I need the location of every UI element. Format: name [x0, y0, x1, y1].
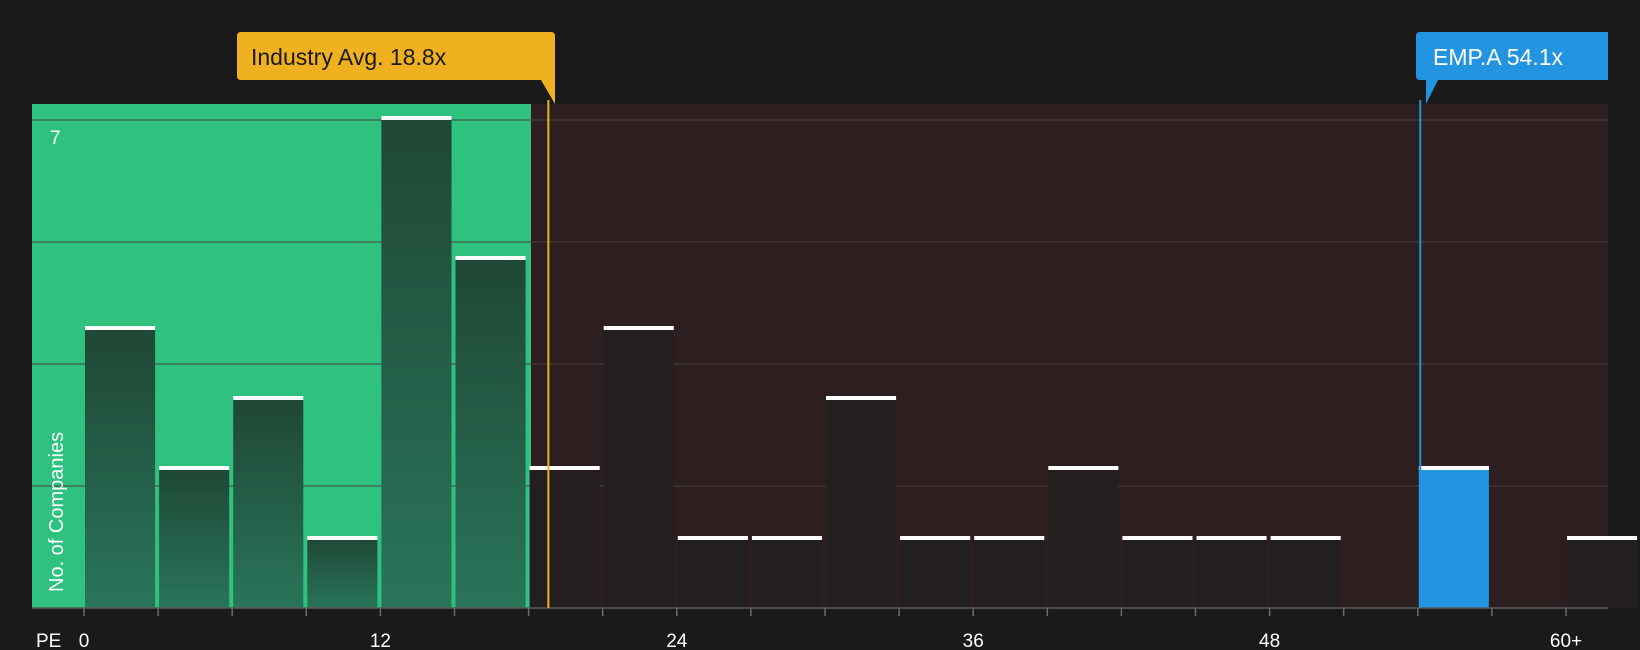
x-tick-label-60+: 60+: [1550, 631, 1582, 650]
bar-cap-pe-36: [974, 536, 1045, 540]
pe-distribution-chart: 7 No. of Companies PE 0 12 24 36 48 60+ Indus…: [32, 32, 1638, 650]
x-tick-label-0: 0: [79, 631, 90, 650]
bar-pe-30: [826, 398, 897, 608]
bar-cap-pe-15: [455, 256, 526, 260]
bar-pe-9: [307, 538, 378, 608]
bar-cap-pe-18: [529, 466, 600, 470]
bar-cap-pe-9: [307, 536, 378, 540]
bar-pe-60: [1567, 538, 1638, 608]
bar-pe-21: [603, 328, 674, 608]
x-tick-label-48: 48: [1259, 631, 1280, 650]
bar-pe-54: [1418, 468, 1489, 608]
bar-pe-15: [455, 258, 526, 608]
bar-pe-33: [900, 538, 971, 608]
bar-cap-pe-33: [900, 536, 971, 540]
bar-pe-39: [1048, 468, 1119, 608]
bar-pe-3: [159, 468, 230, 608]
bar-cap-pe-21: [603, 326, 674, 330]
bar-cap-pe-39: [1048, 466, 1119, 470]
bar-pe-24: [677, 538, 748, 608]
bar-cap-pe-6: [233, 396, 304, 400]
bar-cap-pe-60: [1567, 536, 1638, 540]
bar-cap-pe-24: [677, 536, 748, 540]
bar-cap-pe-3: [159, 466, 230, 470]
bar-cap-pe-48: [1270, 536, 1341, 540]
bar-pe-18: [529, 468, 600, 608]
bar-cap-pe-0: [85, 326, 156, 330]
bar-cap-pe-30: [826, 396, 897, 400]
industry-avg-label: Industry Avg. 18.8x: [251, 44, 447, 70]
x-axis-ticks: [83, 608, 1567, 616]
bar-pe-48: [1270, 538, 1341, 608]
bar-pe-36: [974, 538, 1045, 608]
x-axis-label: PE: [36, 631, 61, 650]
bar-pe-0: [85, 328, 156, 608]
y-tick-label-7: 7: [50, 128, 61, 149]
bar-cap-pe-42: [1122, 536, 1193, 540]
bar-pe-42: [1122, 538, 1193, 608]
x-tick-label-24: 24: [666, 631, 688, 650]
bar-pe-27: [751, 538, 822, 608]
bar-pe-45: [1196, 538, 1267, 608]
x-tick-labels: 0 12 24 36 48 60+: [79, 631, 1582, 650]
x-tick-label-12: 12: [370, 631, 391, 650]
bar-cap-pe-27: [751, 536, 822, 540]
x-tick-label-36: 36: [963, 631, 984, 650]
y-axis-label: No. of Companies: [46, 432, 68, 592]
company-label: EMP.A 54.1x: [1433, 44, 1563, 70]
bar-cap-pe-54: [1418, 466, 1489, 470]
bar-cap-pe-45: [1196, 536, 1267, 540]
bar-pe-6: [233, 398, 304, 608]
bar-pe-12: [381, 118, 452, 608]
bar-cap-pe-12: [381, 116, 452, 120]
